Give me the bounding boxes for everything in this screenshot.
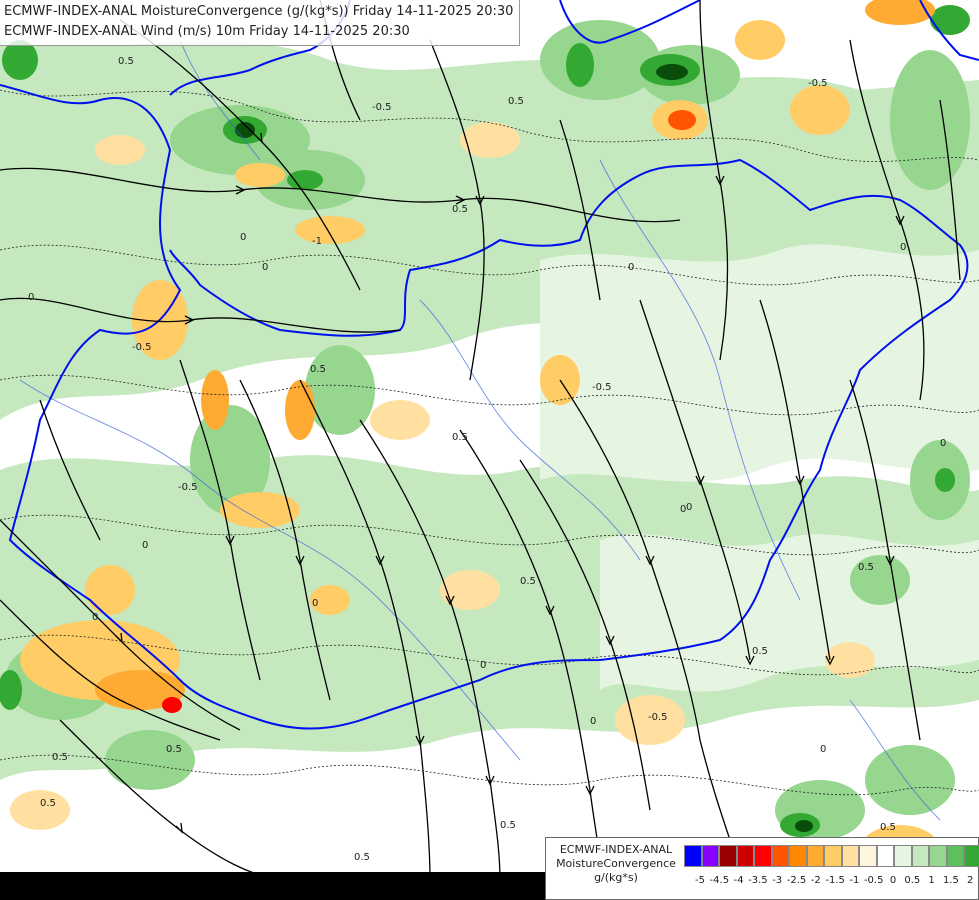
contour-label: 0.5	[752, 646, 768, 657]
title-wind: ECMWF-INDEX-ANAL Wind (m/s) 10m Friday 1…	[4, 24, 410, 39]
legend-swatch	[684, 845, 702, 867]
contour-label: 0	[28, 292, 34, 303]
legend-swatch	[789, 845, 807, 867]
contour-label: -0.5	[372, 102, 392, 113]
legend-tick-label: -3.5	[748, 875, 768, 886]
contour-label: 0.5	[118, 56, 134, 67]
contour-label: 0.5	[880, 822, 896, 833]
contour-label: -1	[312, 236, 322, 247]
contour-label: 0.5	[354, 852, 370, 863]
contour-label: -0.5	[648, 712, 668, 723]
contour-label: 0	[312, 598, 318, 609]
title-moisture-convergence: ECMWF-INDEX-ANAL MoistureConvergence (g/…	[4, 4, 514, 19]
legend-swatch	[806, 845, 824, 867]
legend-tick-label: 0	[889, 875, 897, 886]
legend-swatch	[719, 845, 737, 867]
legend-tick-label: -3	[772, 875, 783, 886]
legend-swatch	[701, 845, 719, 867]
legend-tick-label: -0.5	[863, 875, 884, 886]
legend-swatch	[929, 845, 947, 867]
weather-map[interactable]: 0.5 0 -0.5 0.5 0 -1 0 0.5 -0.5 0.5 0 0 -…	[0, 0, 979, 900]
legend-swatch	[824, 845, 842, 867]
color-legend: ECMWF-INDEX-ANAL MoistureConvergence g/(…	[545, 837, 979, 900]
legend-model: ECMWF-INDEX-ANAL	[559, 843, 673, 856]
contour-label: 0.5	[452, 432, 468, 443]
contour-label: 0.5	[310, 364, 326, 375]
legend-tick-label: -1.5	[825, 875, 845, 886]
contour-label: 0.5	[858, 562, 874, 573]
contour-label: 0.5	[500, 820, 516, 831]
contour-label: -0.5	[132, 342, 152, 353]
map-title-box: ECMWF-INDEX-ANAL MoistureConvergence (g/…	[0, 0, 521, 46]
contour-label: 0	[142, 540, 148, 551]
contour-label: 0.5	[508, 96, 524, 107]
legend-tick-label: 1.5	[942, 875, 959, 886]
legend-swatch	[911, 845, 929, 867]
legend-tick-label: 2	[967, 875, 974, 886]
contour-label: 0	[628, 262, 634, 273]
contour-label: 0	[820, 744, 826, 755]
contour-label: 0	[92, 612, 98, 623]
legend-parameter: MoistureConvergence	[556, 857, 676, 870]
legend-swatch	[771, 845, 789, 867]
legend-swatches	[684, 845, 979, 867]
contour-label: 0.5	[452, 204, 468, 215]
contour-label: 0	[240, 232, 246, 243]
legend-swatch	[754, 845, 772, 867]
legend-unit: g/(kg*s)	[594, 871, 638, 884]
contour-label: 0	[590, 716, 596, 727]
legend-tick-label: 1	[928, 875, 935, 886]
contour-label: 0	[940, 438, 946, 449]
contour-label: 0.5	[166, 744, 182, 755]
legend-tick-label: -2.5	[786, 875, 807, 886]
legend-swatch	[964, 845, 979, 867]
contour-label: 0	[480, 660, 486, 671]
legend-tick-label: -4	[733, 875, 744, 886]
contour-label: 0.5	[40, 798, 56, 809]
legend-swatch	[946, 845, 964, 867]
contour-label: -0.5	[808, 78, 828, 89]
legend-swatch	[894, 845, 912, 867]
map-canvas: 0.5 0 -0.5 0.5 0 -1 0 0.5 -0.5 0.5 0 0 -…	[0, 0, 979, 900]
legend-tick-label: 0.5	[904, 875, 921, 886]
contour-label: 0	[686, 502, 692, 513]
legend-swatch	[736, 845, 754, 867]
legend-swatch	[876, 845, 894, 867]
legend-swatch	[841, 845, 859, 867]
contour-label: 0.5	[520, 576, 536, 587]
contour-label: 0	[262, 262, 268, 273]
legend-tick-label: -5	[695, 875, 705, 886]
contour-label: -0.5	[592, 382, 612, 393]
legend-ticks: -5 -4.5 -4 -3.5 -3 -2.5 -2 -1.5 -1 -0.5 0 0.5 1 1.5 2	[692, 875, 979, 889]
legend-tick-label: -1	[849, 875, 860, 886]
contour-label: 0.5	[52, 752, 68, 763]
no-data-strip	[0, 872, 545, 900]
legend-tick-label: -2	[810, 875, 821, 886]
contour-label: -0.5	[178, 482, 198, 493]
contour-label: 0	[900, 242, 906, 253]
legend-tick-label: -4.5	[709, 875, 730, 886]
legend-swatch	[859, 845, 877, 867]
legend-text: ECMWF-INDEX-ANAL MoistureConvergence g/(…	[550, 843, 682, 885]
